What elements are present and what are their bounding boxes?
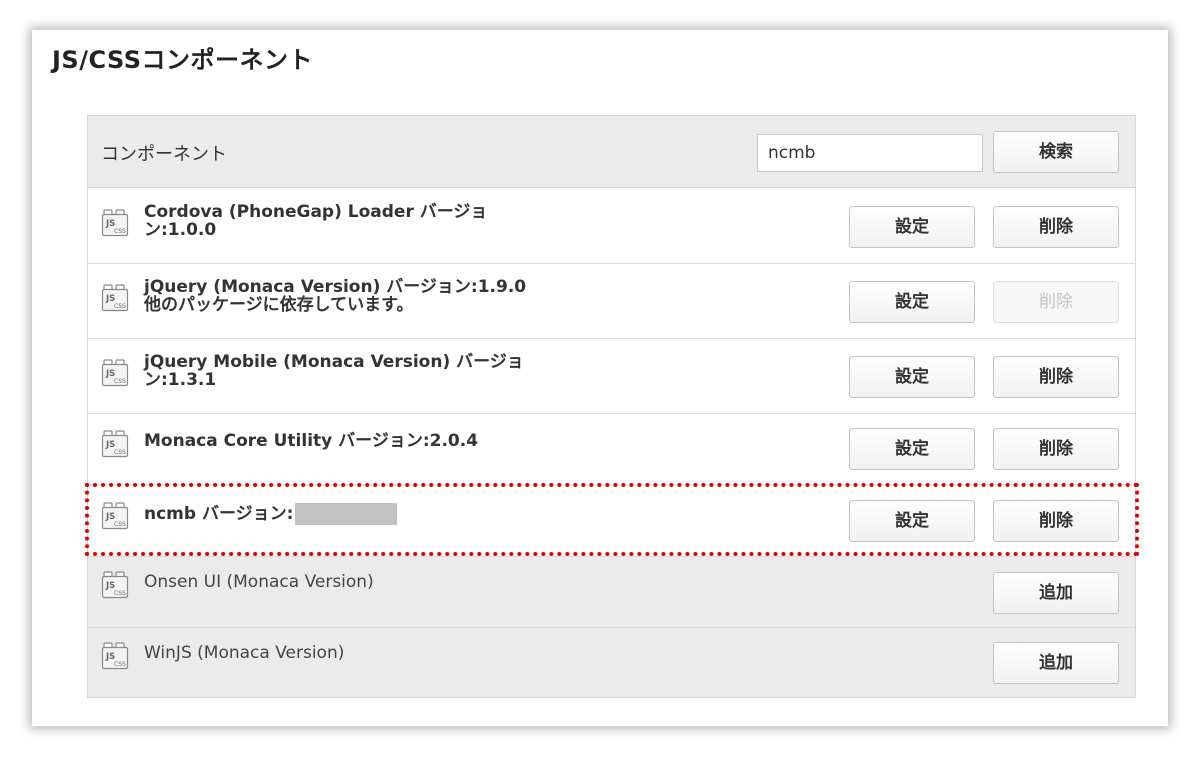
svg-text:CSS: CSS [114, 661, 126, 668]
component-name: WinJS (Monaca Version) [144, 643, 345, 663]
component-name: jQuery (Monaca Version) バージョン:1.9.0 他のパッ… [144, 277, 527, 315]
component-row-monaca-core-utility: JS CSS Monaca Core Utility バージョン:2.0.4 設… [88, 414, 1135, 485]
svg-text:CSS: CSS [114, 378, 126, 385]
component-name: Cordova (PhoneGap) Loader バージョ ン:1.0.0 [144, 202, 488, 240]
js-css-component-icon: JS CSS [101, 430, 129, 458]
svg-text:CSS: CSS [114, 228, 126, 235]
component-row-jquery: JS CSS jQuery (Monaca Version) バージョン:1.9… [88, 264, 1135, 339]
settings-button[interactable]: 設定 [849, 281, 975, 323]
settings-button[interactable]: 設定 [849, 206, 975, 248]
components-panel: コンポーネント 検索 JS CSS Cordova (PhoneGap) Loa… [87, 115, 1136, 698]
delete-button[interactable]: 削除 [993, 206, 1119, 248]
js-css-component-icon: JS CSS [101, 284, 129, 312]
delete-button-disabled: 削除 [993, 281, 1119, 323]
js-css-component-icon: JS CSS [101, 642, 129, 670]
component-name: ncmb バージョン: [144, 503, 398, 525]
js-css-component-icon: JS CSS [101, 502, 129, 530]
settings-button[interactable]: 設定 [849, 356, 975, 398]
delete-button[interactable]: 削除 [993, 428, 1119, 470]
js-css-component-icon: JS CSS [101, 209, 129, 237]
js-css-component-icon: JS CSS [101, 571, 129, 599]
component-name: Onsen UI (Monaca Version) [144, 572, 374, 592]
component-row-ncmb: JS CSS ncmb バージョン: 設定 削除 [88, 485, 1135, 557]
settings-button[interactable]: 設定 [849, 428, 975, 470]
js-css-components-window: JS/CSSコンポーネント コンポーネント 検索 JS CSS Cordova … [32, 30, 1168, 726]
js-css-component-icon: JS CSS [101, 359, 129, 387]
add-button[interactable]: 追加 [993, 642, 1119, 684]
settings-button[interactable]: 設定 [849, 500, 975, 542]
component-name: jQuery Mobile (Monaca Version) バージョ ン:1.… [144, 352, 524, 390]
add-button[interactable]: 追加 [993, 572, 1119, 614]
search-input[interactable] [757, 134, 983, 172]
component-row-jquery-mobile: JS CSS jQuery Mobile (Monaca Version) バー… [88, 339, 1135, 414]
header-label: コンポーネント [101, 144, 227, 165]
delete-button[interactable]: 削除 [993, 500, 1119, 542]
component-row-onsen-ui: JS CSS Onsen UI (Monaca Version) 追加 [88, 557, 1135, 628]
component-row-winjs: JS CSS WinJS (Monaca Version) 追加 [88, 628, 1135, 697]
component-row-cordova: JS CSS Cordova (PhoneGap) Loader バージョ ン:… [88, 189, 1135, 264]
component-name: Monaca Core Utility バージョン:2.0.4 [144, 431, 479, 451]
delete-button[interactable]: 削除 [993, 356, 1119, 398]
svg-text:CSS: CSS [114, 590, 126, 597]
page-title: JS/CSSコンポーネント [52, 46, 314, 74]
svg-text:CSS: CSS [114, 449, 126, 456]
svg-text:CSS: CSS [114, 303, 126, 310]
search-button[interactable]: 検索 [993, 131, 1119, 173]
svg-text:CSS: CSS [114, 521, 126, 528]
panel-header: コンポーネント 検索 [88, 116, 1135, 188]
redacted-version [295, 503, 398, 525]
